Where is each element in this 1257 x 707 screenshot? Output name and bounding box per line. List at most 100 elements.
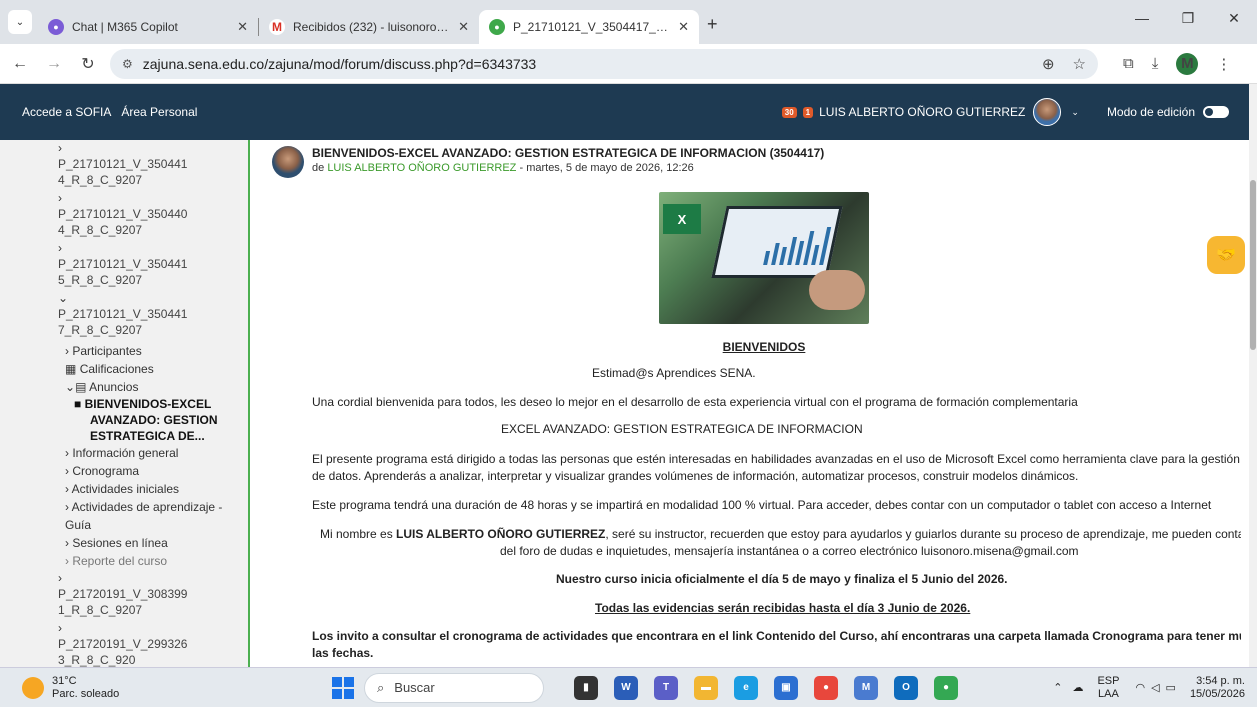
sidebar-item[interactable]: › Información general (0, 444, 248, 462)
sidebar-item[interactable]: › Sesiones en línea (0, 534, 248, 552)
sidebar-course-current[interactable]: ⌄ P_21710121_V_3504417_R_8_C_9207 (0, 290, 190, 338)
teams-icon[interactable]: T (654, 675, 678, 700)
outlook-icon[interactable]: O (894, 675, 918, 700)
sidebar-item[interactable]: › Reporte del curso (0, 552, 248, 570)
back-icon[interactable]: ← (6, 55, 34, 73)
profile-avatar[interactable]: M (1176, 52, 1199, 75)
author-link[interactable]: LUIS ALBERTO OÑORO GUTIERREZ (327, 162, 516, 174)
item-label: Participantes (72, 344, 142, 358)
sidebar-item[interactable]: › Cronograma (0, 462, 248, 480)
item-label: Cronograma (72, 464, 140, 478)
program-desc-line2: de datos. Aprenderás a analizar, interpr… (312, 469, 1079, 483)
notification-badge[interactable]: 30 (781, 106, 797, 118)
copilot-icon: ● (48, 19, 64, 35)
windows-start-icon[interactable] (332, 676, 354, 699)
sidebar-item[interactable]: › Actividades de aprendizaje - Guía (0, 498, 235, 534)
cloud-icon[interactable]: ☁ (1072, 681, 1083, 694)
user-avatar[interactable] (1033, 98, 1062, 126)
message-badge[interactable]: 1 (802, 106, 814, 118)
search-placeholder: Buscar (394, 680, 435, 695)
item-label: Calificaciones (79, 362, 154, 376)
instructor-post: , seré su instructor, recuerden que esto… (605, 527, 1241, 541)
lang-layout: LAA (1098, 687, 1119, 700)
address-bar[interactable]: ⚙ zajuna.sena.edu.co/zajuna/mod/forum/di… (110, 48, 1098, 79)
program-name: EXCEL AVANZADO: GESTION ESTRATEGICA DE I… (501, 422, 863, 436)
gmail-icon: M (269, 19, 285, 35)
app-icon[interactable]: ● (814, 675, 838, 700)
download-icon[interactable]: ⤓ (1152, 55, 1159, 72)
task-view-icon[interactable]: ▮ (574, 675, 598, 700)
restore-icon[interactable]: ❐ (1165, 0, 1211, 36)
chevron-right-icon[interactable]: › (58, 570, 190, 586)
chevron-up-icon[interactable]: ⌃ (1053, 681, 1062, 694)
wifi-icon[interactable]: ◠ (1135, 681, 1145, 694)
close-tab-icon[interactable]: ✕ (237, 19, 248, 35)
battery-icon[interactable]: ▭ (1166, 681, 1176, 694)
sidebar-item-calificaciones[interactable]: ▦ Calificaciones (0, 360, 248, 378)
page-scrollbar[interactable] (1249, 84, 1257, 667)
user-name[interactable]: LUIS ALBERTO OÑORO GUTIERREZ (819, 105, 1025, 119)
sidebar-item-anuncios[interactable]: ⌄▤ Anuncios (0, 378, 248, 396)
chevron-right-icon[interactable]: › (58, 190, 190, 206)
extensions-icon[interactable]: ⧉ (1123, 55, 1134, 72)
bookmark-star-icon[interactable]: ☆ (1073, 55, 1086, 73)
scrollbar-thumb[interactable] (1250, 180, 1256, 350)
sidebar-item-current-post[interactable]: ■ BIENVENIDOS-EXCEL AVANZADO: GESTION ES… (0, 396, 248, 444)
taskbar-search[interactable]: ⌕ Buscar (364, 672, 544, 703)
instructor-line1: Mi nombre es LUIS ALBERTO OÑORO GUTIERRE… (320, 526, 1241, 543)
edit-mode-toggle[interactable] (1203, 106, 1229, 118)
tab-gmail[interactable]: M Recibidos (232) - luisonoro.sena ✕ (259, 10, 479, 44)
tab-course[interactable]: ● P_21710121_V_3504417_R_8_C_ ✕ (479, 10, 699, 44)
new-tab-icon[interactable]: + (707, 14, 718, 35)
personal-area-link[interactable]: Área Personal (121, 105, 197, 119)
m365-icon[interactable]: M (854, 675, 878, 700)
browser-tab-bar: ⌄ ● Chat | M365 Copilot ✕ M Recibidos (2… (0, 0, 1257, 44)
chevron-right-icon[interactable]: › (58, 620, 190, 636)
tab-search-icon[interactable]: ⌄ (8, 10, 32, 34)
sidebar-item[interactable]: › Actividades iniciales (0, 480, 248, 498)
chevron-right-icon[interactable]: › (58, 140, 190, 156)
volume-icon[interactable]: ◁ (1151, 681, 1159, 694)
sidebar-course[interactable]: › P_21720191_V_3083991_R_8_C_9207 (0, 570, 190, 618)
word-icon[interactable]: W (614, 675, 638, 700)
sidebar-course[interactable]: › P_21720191_V_2993263_R_8_C_920 (0, 620, 190, 667)
sofia-link[interactable]: Accede a SOFIA (22, 105, 111, 119)
forward-icon[interactable]: → (40, 55, 68, 73)
course-dates: Nuestro curso inicia oficialmente el día… (556, 572, 1008, 586)
chevron-right-icon[interactable]: › (58, 240, 190, 256)
file-explorer-icon[interactable]: ▬ (694, 675, 718, 700)
clock[interactable]: 3:54 p. m. 15/05/2026 (1190, 675, 1245, 701)
close-tab-icon[interactable]: ✕ (678, 19, 689, 35)
store-icon[interactable]: ▣ (774, 675, 798, 700)
menu-icon[interactable]: ⋮ (1216, 55, 1231, 73)
sidebar-course[interactable]: › P_21710121_V_3504404_R_8_C_9207 (0, 190, 190, 238)
tab-copilot[interactable]: ● Chat | M365 Copilot ✕ (38, 10, 258, 44)
handshake-icon[interactable]: 🤝 (1207, 236, 1245, 274)
language-indicator[interactable]: ESP LAA (1097, 675, 1119, 701)
chevron-down-icon[interactable]: ⌄ (58, 290, 190, 306)
item-label: Anuncios (89, 380, 139, 394)
chrome-icon[interactable]: ● (934, 675, 958, 700)
sidebar-course[interactable]: › P_21710121_V_3504414_R_8_C_9207 (0, 140, 190, 188)
close-window-icon[interactable]: ✕ (1211, 0, 1257, 36)
by-prefix: de (312, 162, 325, 174)
author-avatar[interactable] (272, 146, 304, 178)
post-byline: de LUIS ALBERTO OÑORO GUTIERREZ - martes… (312, 162, 694, 174)
sidebar-item-participantes[interactable]: › Participantes (0, 342, 248, 360)
item-label: BIENVENIDOS-EXCEL AVANZADO: GESTION ESTR… (84, 397, 218, 443)
url-text[interactable]: zajuna.sena.edu.co/zajuna/mod/forum/disc… (143, 56, 1024, 72)
instructor-pre: Mi nombre es (320, 527, 397, 541)
chevron-down-icon[interactable]: ⌄ (1071, 107, 1079, 118)
intro-paragraph: Una cordial bienvenida para todos, les d… (312, 395, 1078, 409)
minimize-icon[interactable]: — (1119, 0, 1165, 36)
zoom-icon[interactable]: ⊕ (1042, 55, 1055, 73)
item-label: Información general (72, 446, 179, 460)
close-tab-icon[interactable]: ✕ (458, 19, 469, 35)
weather-widget[interactable]: 31°C Parc. soleado (22, 675, 222, 701)
item-label: Actividades iniciales (71, 482, 180, 496)
edge-icon[interactable]: e (734, 675, 758, 700)
window-controls: — ❐ ✕ (1119, 0, 1257, 36)
site-info-icon[interactable]: ⚙ (122, 57, 133, 71)
sidebar-course[interactable]: › P_21710121_V_3504415_R_8_C_9207 (0, 240, 190, 288)
reload-icon[interactable]: ↻ (74, 54, 102, 74)
